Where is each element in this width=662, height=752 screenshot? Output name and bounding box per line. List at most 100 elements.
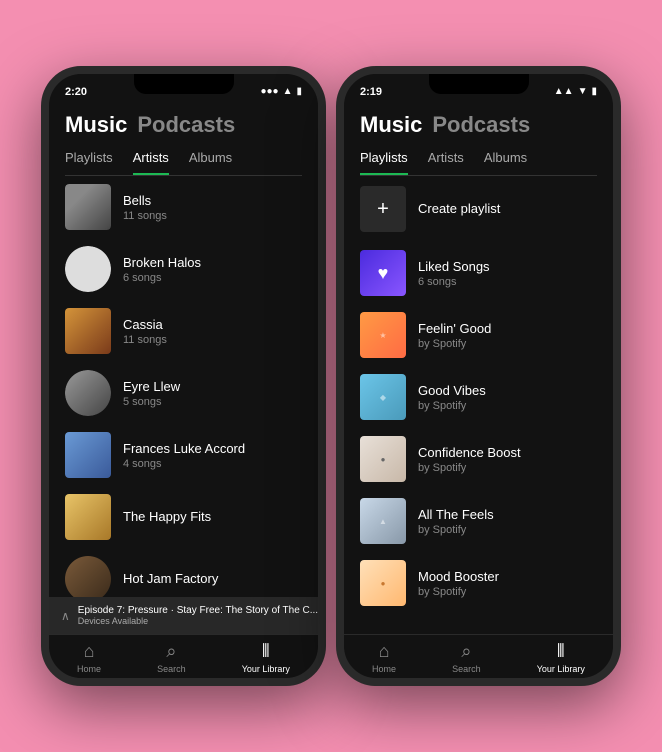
- artist-info-hotjam: Hot Jam Factory: [123, 571, 302, 588]
- home-label-1: Home: [77, 664, 101, 674]
- list-item[interactable]: ◆ Good Vibes by Spotify: [344, 366, 613, 428]
- artists-list: Bells 11 songs Broken Halos 6 songs: [49, 176, 318, 597]
- artist-sub-bells: 11 songs: [123, 210, 302, 222]
- playlist-sub-liked: 6 songs: [418, 276, 597, 288]
- tab-artists-1[interactable]: Artists: [133, 150, 169, 175]
- library-label-2: Your Library: [537, 664, 585, 674]
- artist-img-cassia: [65, 308, 111, 354]
- phone-1: 2:20 ●●● ▲ ▮ Music Podcasts Playlists Ar…: [41, 66, 326, 686]
- nav-library-1[interactable]: ⫴ Your Library: [242, 641, 290, 674]
- bottom-nav-2: ⌂ Home ⌕ Search ⫴ Your Library: [344, 634, 613, 678]
- artist-info-frances: Frances Luke Accord 4 songs: [123, 441, 302, 470]
- search-label-2: Search: [452, 664, 481, 674]
- list-item[interactable]: Eyre Llew 5 songs: [49, 362, 318, 424]
- tab-playlists-1[interactable]: Playlists: [65, 150, 113, 175]
- playlist-name-goodvibes: Good Vibes: [418, 383, 597, 398]
- tab-albums-1[interactable]: Albums: [189, 150, 232, 175]
- playlist-sub-mood: by Spotify: [418, 586, 597, 598]
- artist-info-broken: Broken Halos 6 songs: [123, 255, 302, 284]
- nav-search-2[interactable]: ⌕ Search: [452, 641, 481, 674]
- tabs-2: Playlists Artists Albums: [360, 150, 597, 176]
- tab-playlists-2[interactable]: Playlists: [360, 150, 408, 175]
- create-playlist-label: Create playlist: [418, 201, 500, 216]
- playlist-info-mood: Mood Booster by Spotify: [418, 569, 597, 598]
- playlist-name-feelin: Feelin' Good: [418, 321, 597, 336]
- artist-sub-cassia: 11 songs: [123, 334, 302, 346]
- phone-2: 2:19 ▲▲ ▼ ▮ Music Podcasts Playlists Art…: [336, 66, 621, 686]
- now-playing-bar[interactable]: ∧ Episode 7: Pressure · Stay Free: The S…: [49, 597, 318, 634]
- artist-name-cassia: Cassia: [123, 317, 302, 332]
- time-1: 2:20: [65, 86, 87, 98]
- playlist-info-confidence: Confidence Boost by Spotify: [418, 445, 597, 474]
- list-item[interactable]: ● Mood Booster by Spotify: [344, 552, 613, 614]
- playlist-img-goodvibes: ◆: [360, 374, 406, 420]
- list-item[interactable]: Cassia 11 songs: [49, 300, 318, 362]
- playlist-sub-goodvibes: by Spotify: [418, 400, 597, 412]
- wifi-icon-2: ▼: [578, 86, 588, 97]
- nav-home-1[interactable]: ⌂ Home: [77, 641, 101, 674]
- list-item[interactable]: ♥ Liked Songs 6 songs: [344, 242, 613, 304]
- list-item[interactable]: The Happy Fits: [49, 486, 318, 548]
- artist-img-hotjam: [65, 556, 111, 597]
- artist-img-eyre: [65, 370, 111, 416]
- plus-box: +: [360, 186, 406, 232]
- artist-img-broken: [65, 246, 111, 292]
- tabs-1: Playlists Artists Albums: [65, 150, 302, 176]
- playlist-sub-confidence: by Spotify: [418, 462, 597, 474]
- artist-img-bells: [65, 184, 111, 230]
- now-playing-title: Episode 7: Pressure · Stay Free: The Sto…: [78, 605, 318, 616]
- list-item[interactable]: ● Confidence Boost by Spotify: [344, 428, 613, 490]
- list-item[interactable]: Frances Luke Accord 4 songs: [49, 424, 318, 486]
- library-label-1: Your Library: [242, 664, 290, 674]
- time-2: 2:19: [360, 86, 382, 98]
- artist-name-frances: Frances Luke Accord: [123, 441, 302, 456]
- list-item[interactable]: ▲ All The Feels by Spotify: [344, 490, 613, 552]
- tab-albums-2[interactable]: Albums: [484, 150, 527, 175]
- artist-sub-eyre: 5 songs: [123, 396, 302, 408]
- home-label-2: Home: [372, 664, 396, 674]
- notch-1: [134, 74, 234, 94]
- notch-2: [429, 74, 529, 94]
- playlist-info-feelin: Feelin' Good by Spotify: [418, 321, 597, 350]
- search-icon-2: ⌕: [461, 641, 471, 662]
- list-item[interactable]: Bells 11 songs: [49, 176, 318, 238]
- plus-icon: +: [377, 198, 389, 221]
- artist-name-bells: Bells: [123, 193, 302, 208]
- artist-name-broken: Broken Halos: [123, 255, 302, 270]
- artist-info-bells: Bells 11 songs: [123, 193, 302, 222]
- playlist-img-mood: ●: [360, 560, 406, 606]
- playlist-name-confidence: Confidence Boost: [418, 445, 597, 460]
- nav-search-1[interactable]: ⌕ Search: [157, 641, 186, 674]
- header-1: Music Podcasts Playlists Artists Albums: [49, 104, 318, 176]
- nav-library-2[interactable]: ⫴ Your Library: [537, 641, 585, 674]
- title-music-1: Music: [65, 112, 127, 138]
- title-music-2: Music: [360, 112, 422, 138]
- playlist-img-liked: ♥: [360, 250, 406, 296]
- artist-info-cassia: Cassia 11 songs: [123, 317, 302, 346]
- bottom-nav-1: ⌂ Home ⌕ Search ⫴ Your Library: [49, 634, 318, 678]
- signal-icon-1: ●●●: [260, 86, 278, 97]
- playlist-name-liked: Liked Songs: [418, 259, 597, 274]
- up-arrow-icon: ∧: [61, 609, 70, 623]
- playlist-sub-allfeels: by Spotify: [418, 524, 597, 536]
- create-playlist-item[interactable]: + Create playlist: [344, 176, 613, 242]
- artist-name-hotjam: Hot Jam Factory: [123, 571, 302, 586]
- battery-icon-2: ▮: [591, 86, 597, 97]
- playlist-sub-feelin: by Spotify: [418, 338, 597, 350]
- signal-icon-2: ▲▲: [554, 86, 574, 97]
- library-icon-2: ⫴: [557, 641, 565, 662]
- list-item[interactable]: Broken Halos 6 songs: [49, 238, 318, 300]
- library-icon-1: ⫴: [262, 641, 270, 662]
- playlist-info-allfeels: All The Feels by Spotify: [418, 507, 597, 536]
- list-item[interactable]: ★ Feelin' Good by Spotify: [344, 304, 613, 366]
- artist-info-happyfits: The Happy Fits: [123, 509, 302, 526]
- artist-img-frances: [65, 432, 111, 478]
- nav-home-2[interactable]: ⌂ Home: [372, 641, 396, 674]
- playlist-img-confidence: ●: [360, 436, 406, 482]
- playlists-list: + Create playlist ♥ Liked Songs 6 songs: [344, 176, 613, 634]
- list-item[interactable]: Hot Jam Factory: [49, 548, 318, 597]
- artist-sub-frances: 4 songs: [123, 458, 302, 470]
- battery-icon-1: ▮: [296, 86, 302, 97]
- now-playing-sub: Devices Available: [78, 616, 318, 626]
- tab-artists-2[interactable]: Artists: [428, 150, 464, 175]
